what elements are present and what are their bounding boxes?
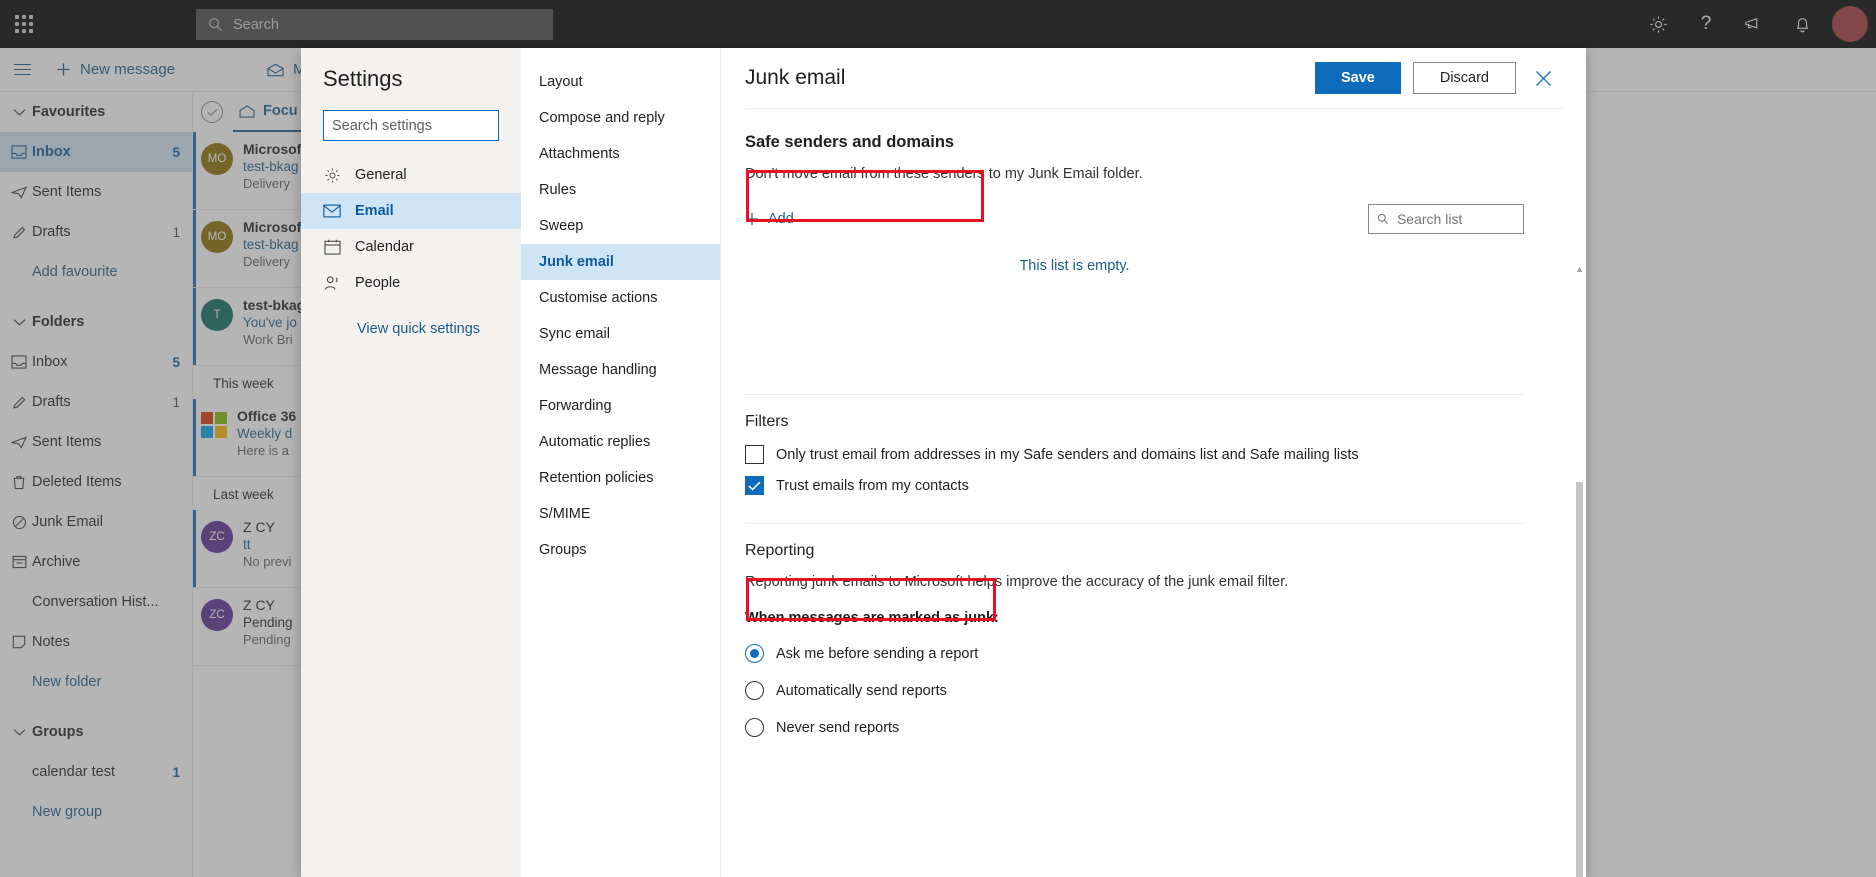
reporting-title: Reporting [745, 542, 815, 559]
scrollbar-thumb[interactable] [1576, 482, 1583, 877]
settings-content-pane: Junk email Save Discard Safe senders and… [721, 48, 1586, 877]
junk-email-settings: Safe senders and domains Don't move emai… [721, 109, 1586, 737]
filters-title: Filters [745, 413, 789, 430]
settings-category-label: General [355, 167, 407, 183]
reporting-option-label: Automatically send reports [776, 682, 947, 699]
subnav-item-sync-email[interactable]: Sync email [521, 316, 720, 352]
subnav-item-rules[interactable]: Rules [521, 172, 720, 208]
save-button[interactable]: Save [1314, 62, 1401, 94]
subnav-item-compose-and-reply[interactable]: Compose and reply [521, 100, 720, 136]
close-icon [1535, 70, 1551, 86]
safe-senders-toolbar: Add [745, 204, 1524, 234]
discard-button[interactable]: Discard [1412, 62, 1516, 94]
settings-search-box[interactable] [323, 110, 499, 141]
filter-trust-contacts-row[interactable]: Trust emails from my contacts [745, 476, 1524, 495]
calendar-icon [323, 239, 341, 255]
settings-title: Settings [323, 66, 403, 91]
person-icon [323, 275, 341, 292]
checkbox-trust-contacts[interactable] [745, 476, 764, 495]
filter-trust-contacts-label: Trust emails from my contacts [776, 477, 969, 494]
close-settings-button[interactable] [1524, 62, 1562, 94]
view-quick-settings-link[interactable]: View quick settings [323, 321, 499, 337]
envelope-icon [323, 204, 341, 218]
plus-icon [745, 212, 759, 226]
reporting-option-label: Ask me before sending a report [776, 645, 979, 662]
settings-category-people[interactable]: People [301, 265, 521, 301]
content-scrollbar[interactable]: ▲ [1574, 152, 1586, 877]
filter-only-trust-row[interactable]: Only trust email from addresses in my Sa… [745, 445, 1524, 464]
reporting-option-ask[interactable]: Ask me before sending a report [745, 644, 1524, 663]
reporting-option-label: Never send reports [776, 719, 900, 736]
subnav-item-forwarding[interactable]: Forwarding [521, 388, 720, 424]
subnav-item-layout[interactable]: Layout [521, 64, 720, 100]
settings-categories-pane: Settings General Email [301, 48, 521, 877]
subnav-item-junk-email[interactable]: Junk email [521, 244, 720, 280]
settings-category-calendar[interactable]: Calendar [301, 229, 521, 265]
filter-only-trust-label: Only trust email from addresses in my Sa… [776, 446, 1359, 463]
check-icon [748, 481, 761, 491]
settings-dialog: Settings General Email [301, 48, 1586, 877]
safe-senders-description: Don't move email from these senders to m… [745, 166, 1143, 182]
reporting-description: Reporting junk emails to Microsoft helps… [745, 574, 1289, 590]
radio-never-send[interactable] [745, 718, 764, 737]
safe-senders-title: Safe senders and domains [745, 133, 955, 151]
radio-automatically-send[interactable] [745, 681, 764, 700]
reporting-divider [745, 523, 1524, 524]
subnav-item-retention-policies[interactable]: Retention policies [521, 460, 720, 496]
gear-icon [323, 167, 341, 184]
settings-category-label: Calendar [355, 239, 414, 255]
settings-category-label: Email [355, 203, 394, 219]
subnav-item-groups[interactable]: Groups [521, 532, 720, 568]
subnav-item-customise-actions[interactable]: Customise actions [521, 280, 720, 316]
checkbox-only-trust[interactable] [745, 445, 764, 464]
radio-ask-before-sending[interactable] [745, 644, 764, 663]
reporting-option-automatic[interactable]: Automatically send reports [745, 681, 1524, 700]
search-icon [1377, 213, 1389, 225]
scroll-up-arrow-icon[interactable]: ▲ [1575, 264, 1584, 274]
settings-category-email[interactable]: Email [301, 193, 521, 229]
reporting-question: When messages are marked as junk: [745, 610, 999, 626]
safe-senders-empty-message: This list is empty. [1019, 258, 1130, 274]
add-safe-sender-button[interactable]: Add [745, 211, 794, 227]
settings-subnav-pane: Layout Compose and reply Attachments Rul… [521, 48, 721, 877]
add-label: Add [768, 211, 794, 227]
settings-category-general[interactable]: General [301, 157, 521, 193]
settings-search-input[interactable] [332, 117, 490, 134]
settings-category-label: People [355, 275, 401, 291]
page-title: Junk email [745, 66, 846, 89]
subnav-item-automatic-replies[interactable]: Automatic replies [521, 424, 720, 460]
subnav-item-smime[interactable]: S/MIME [521, 496, 720, 532]
filters-divider [745, 394, 1524, 395]
subnav-item-attachments[interactable]: Attachments [521, 136, 720, 172]
subnav-item-sweep[interactable]: Sweep [521, 208, 720, 244]
safe-senders-search-input[interactable] [1396, 211, 1515, 227]
reporting-option-never[interactable]: Never send reports [745, 718, 1524, 737]
safe-senders-search-box[interactable] [1368, 204, 1524, 234]
content-header: Junk email Save Discard [721, 48, 1586, 94]
subnav-item-message-handling[interactable]: Message handling [521, 352, 720, 388]
